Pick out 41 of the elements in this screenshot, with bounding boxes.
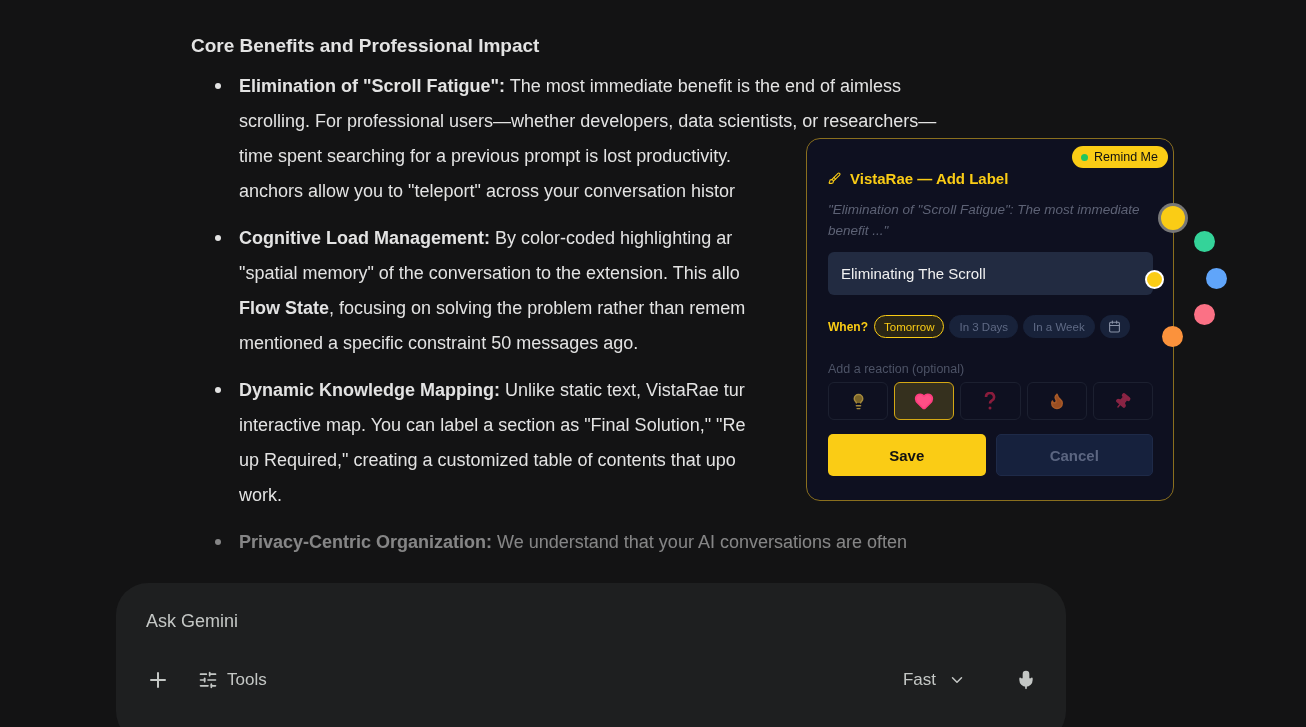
paragraph-line: Dynamic Knowledge Mapping: Unlike static text, VistaRae tur <box>239 378 745 402</box>
paragraph-line: mentioned a specific constraint 50 messages ago. <box>239 331 639 355</box>
color-swatch[interactable] <box>1161 206 1185 230</box>
sliders-icon <box>198 670 218 690</box>
calendar-button[interactable] <box>1099 315 1130 338</box>
paragraph-line: interactive map. You can label a section as "Final Solution," "Re <box>239 413 746 437</box>
calendar-icon <box>1108 320 1122 333</box>
quoted-text: "Elimination of "Scroll Fatigue": The most immediate benefit ..." <box>828 201 1141 240</box>
bullet-dot <box>215 235 221 241</box>
reaction-label: Add a reaction (optional) <box>828 362 966 376</box>
paragraph-line: Flow State, focusing on solving the problem rather than remem <box>239 296 746 320</box>
paragraph-line: anchors allow you to "teleport" across your conversation histor <box>239 179 736 203</box>
prompt-input[interactable]: Ask Gemini <box>146 611 746 632</box>
popup-title: VistaRae — Add Label <box>850 170 1009 187</box>
paragraph-line: Privacy-Centric Organization: We understand that your AI conversations are often <box>239 530 907 554</box>
paragraph-line: Elimination of "Scroll Fatigue": The most immediate benefit is the end of aimless <box>239 74 901 98</box>
heart-icon <box>914 391 935 411</box>
paragraph-line: work. <box>239 483 282 507</box>
color-swatch[interactable] <box>1206 268 1227 289</box>
paragraph-line: scrolling. For professional users—whether developers, data scientists, or researchers— <box>239 109 937 133</box>
question-mark-icon <box>984 392 997 410</box>
bullet-dot <box>215 539 221 545</box>
when-label: When? <box>828 319 868 334</box>
tools-button[interactable]: Tools <box>198 670 267 690</box>
paragraph-line: Cognitive Load Management: By color-coded highlighting ar <box>239 226 733 250</box>
color-swatch[interactable] <box>1194 231 1215 252</box>
bullet-dot <box>215 83 221 89</box>
brush-icon <box>828 172 841 185</box>
section-heading: Core Benefits and Professional Impact <box>191 34 541 58</box>
bullet-dot <box>215 387 221 393</box>
mode-dropdown[interactable]: Fast <box>902 670 966 690</box>
paragraph-line: time spent searching for a previous prompt is lost productivity. <box>239 144 731 168</box>
paragraph-line: up Required," creating a customized table of contents that upo <box>239 448 736 472</box>
paragraph-line: "spatial memory" of the conversation to the extension. This allo <box>239 261 740 285</box>
save-button[interactable]: Save <box>828 434 986 476</box>
time-option-chip[interactable]: Tomorrow <box>874 315 945 338</box>
reaction-button[interactable] <box>894 382 955 420</box>
color-swatch[interactable] <box>1194 304 1215 325</box>
microphone-icon[interactable] <box>1016 670 1036 690</box>
remind-me-badge[interactable]: Remind Me <box>1072 146 1168 168</box>
label-input-field[interactable]: Eliminating The Scroll <box>828 252 1153 295</box>
